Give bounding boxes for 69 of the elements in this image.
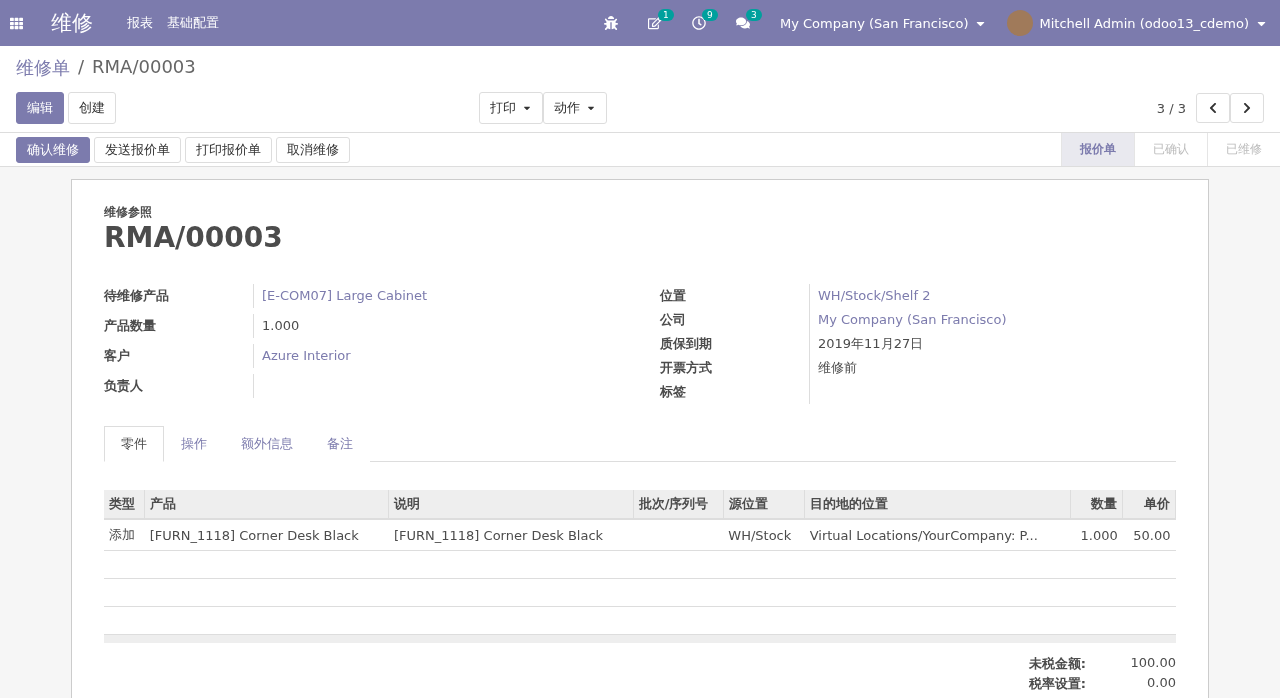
- field-link[interactable]: [E-COM07] Large Cabinet: [254, 284, 620, 308]
- table-cell: [FURN_1118] Corner Desk Black: [144, 519, 389, 551]
- breadcrumb-link[interactable]: 维修单: [16, 56, 70, 80]
- column-header[interactable]: 目的地的位置: [804, 490, 1071, 519]
- column-header[interactable]: 产品: [144, 490, 389, 519]
- apps-menu-icon[interactable]: [10, 16, 23, 30]
- breadcrumb-separator: /: [78, 56, 85, 79]
- tab[interactable]: 零件: [104, 426, 164, 462]
- record-title: RMA/00003: [104, 221, 284, 254]
- action-button[interactable]: 发送报价单: [94, 136, 181, 163]
- field-link[interactable]: WH/Stock/Shelf 2: [810, 284, 1176, 308]
- field-label: 开票方式: [660, 356, 810, 380]
- table-cell: 1.000: [1070, 519, 1123, 551]
- avatar-icon: [1007, 10, 1034, 36]
- field-link[interactable]: My Company (San Francisco): [810, 308, 1176, 332]
- menu-item[interactable]: 报表: [127, 14, 153, 32]
- action-button[interactable]: 确认维修: [16, 136, 90, 163]
- count-badge: 1: [658, 9, 674, 21]
- table-cell: [FURN_1118] Corner Desk Black: [388, 519, 634, 551]
- app-title: 维修: [51, 10, 93, 37]
- column-header[interactable]: 源位置: [723, 490, 805, 519]
- field-value: 1.000: [261, 317, 301, 335]
- field-label: 待维修产品: [104, 284, 254, 308]
- column-header[interactable]: 类型: [104, 490, 145, 519]
- field-label: 标签: [660, 380, 810, 404]
- count-badge: 3: [746, 9, 762, 21]
- debug-icon[interactable]: [604, 16, 618, 30]
- field-link[interactable]: Azure Interior: [254, 344, 620, 368]
- total-label: 未税金额:: [1028, 655, 1086, 673]
- breadcrumb-current: RMA/00003: [92, 56, 196, 79]
- menu-item[interactable]: 基础配置: [167, 14, 219, 32]
- action-button[interactable]: 取消维修: [276, 136, 350, 163]
- pager-value: 3 / 3: [1156, 100, 1186, 116]
- chat-icon: [736, 16, 750, 30]
- chevron-left-icon: [1207, 102, 1219, 114]
- company-switcher[interactable]: My Company (San Francisco): [780, 15, 988, 31]
- table-cell: Virtual Locations/YourCompany: P...: [804, 519, 1071, 551]
- chevron-right-icon: [1241, 102, 1253, 114]
- table-cell: WH/Stock: [723, 519, 805, 551]
- field-label: 公司: [660, 308, 810, 332]
- dropdown-button[interactable]: 打印: [479, 92, 543, 124]
- column-header[interactable]: 批次/序列号: [633, 490, 724, 519]
- field-label: 质保到期: [660, 332, 810, 356]
- dropdown-button[interactable]: 动作: [543, 92, 607, 124]
- field-label: 负责人: [104, 374, 254, 398]
- edit-button[interactable]: 编辑: [16, 92, 64, 124]
- status-step[interactable]: 报价单: [1061, 133, 1134, 166]
- edit-icon: [648, 16, 662, 30]
- count-badge: 9: [702, 9, 718, 21]
- field-label: 产品数量: [104, 314, 254, 338]
- previous-button[interactable]: [1196, 93, 1230, 123]
- column-header[interactable]: 说明: [388, 490, 634, 519]
- field-label: 客户: [104, 344, 254, 368]
- user-menu[interactable]: Mitchell Admin (odoo13_cdemo): [1007, 10, 1268, 36]
- create-button[interactable]: 创建: [68, 92, 116, 124]
- column-header[interactable]: 单价: [1122, 490, 1176, 519]
- field-value: 2019年11月27日: [817, 335, 925, 353]
- total-value: 0.00: [1146, 675, 1176, 692]
- table-cell: 添加: [104, 519, 145, 551]
- next-button[interactable]: [1230, 93, 1264, 123]
- total-value: 100.00: [1129, 655, 1176, 672]
- field-label: 维修参照: [104, 204, 153, 221]
- total-label: 税率设置:: [1028, 675, 1086, 693]
- table-cell: 50.00: [1122, 519, 1176, 551]
- clock-icon: [692, 16, 706, 30]
- action-button[interactable]: 打印报价单: [185, 136, 272, 163]
- column-header[interactable]: 数量: [1070, 490, 1123, 519]
- field-label: 位置: [660, 284, 810, 308]
- field-value: 维修前: [817, 359, 858, 377]
